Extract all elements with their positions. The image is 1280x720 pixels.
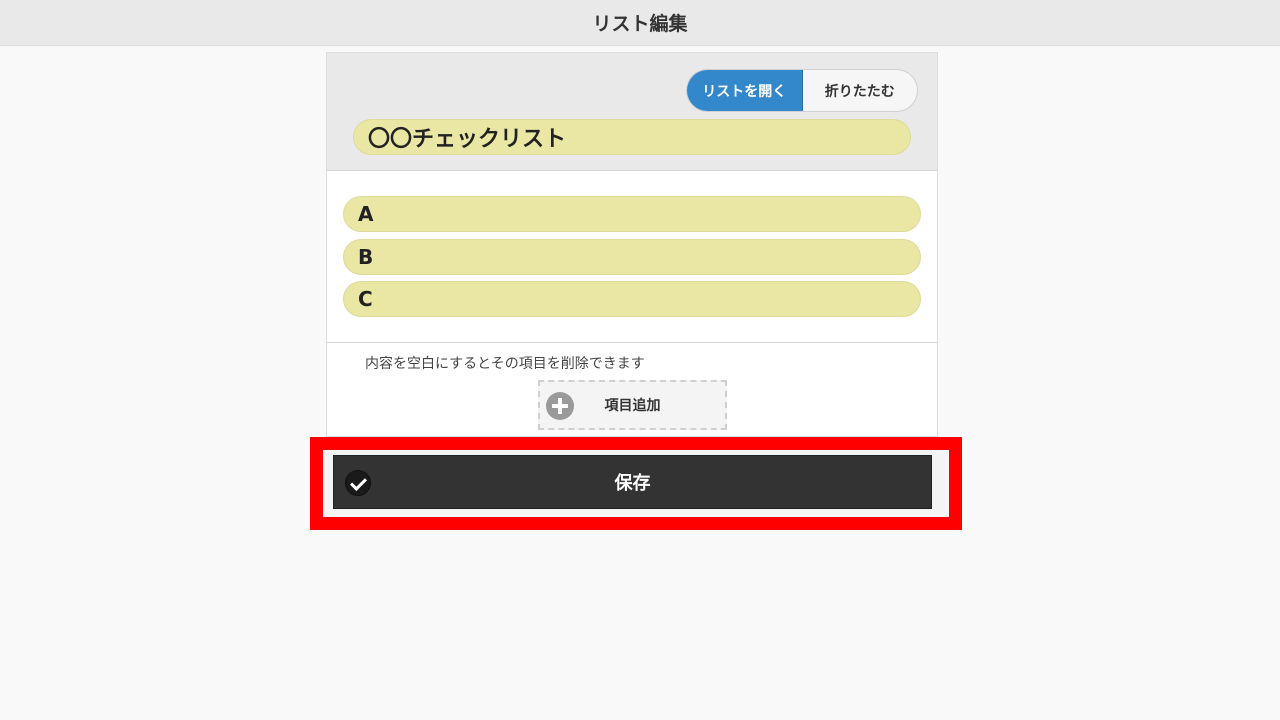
- list-edit-panel: リストを開く 折りたたむ 〇〇チェックリスト A B C 内容を空白にするとその…: [326, 52, 938, 437]
- add-item-button[interactable]: 項目追加: [538, 380, 727, 430]
- list-item-a[interactable]: A: [343, 196, 921, 232]
- page-header: リスト編集: [0, 0, 1280, 46]
- item-list: A B C: [327, 171, 937, 343]
- check-circle-icon: [345, 470, 371, 496]
- open-list-button[interactable]: リストを開く: [687, 70, 803, 111]
- list-title-field[interactable]: 〇〇チェックリスト: [353, 119, 911, 155]
- page-title: リスト編集: [592, 13, 688, 35]
- add-item-label: 項目追加: [604, 398, 661, 414]
- list-header-section: リストを開く 折りたたむ 〇〇チェックリスト: [327, 53, 937, 171]
- save-button[interactable]: 保存: [333, 455, 932, 509]
- plus-circle-icon: [546, 392, 574, 420]
- save-label: 保存: [614, 473, 651, 494]
- collapse-button[interactable]: 折りたたむ: [803, 70, 918, 111]
- view-toggle: リストを開く 折りたたむ: [686, 69, 918, 112]
- list-item-c[interactable]: C: [343, 281, 921, 317]
- list-item-b[interactable]: B: [343, 239, 921, 275]
- delete-hint: 内容を空白にするとその項目を削除できます: [365, 356, 645, 372]
